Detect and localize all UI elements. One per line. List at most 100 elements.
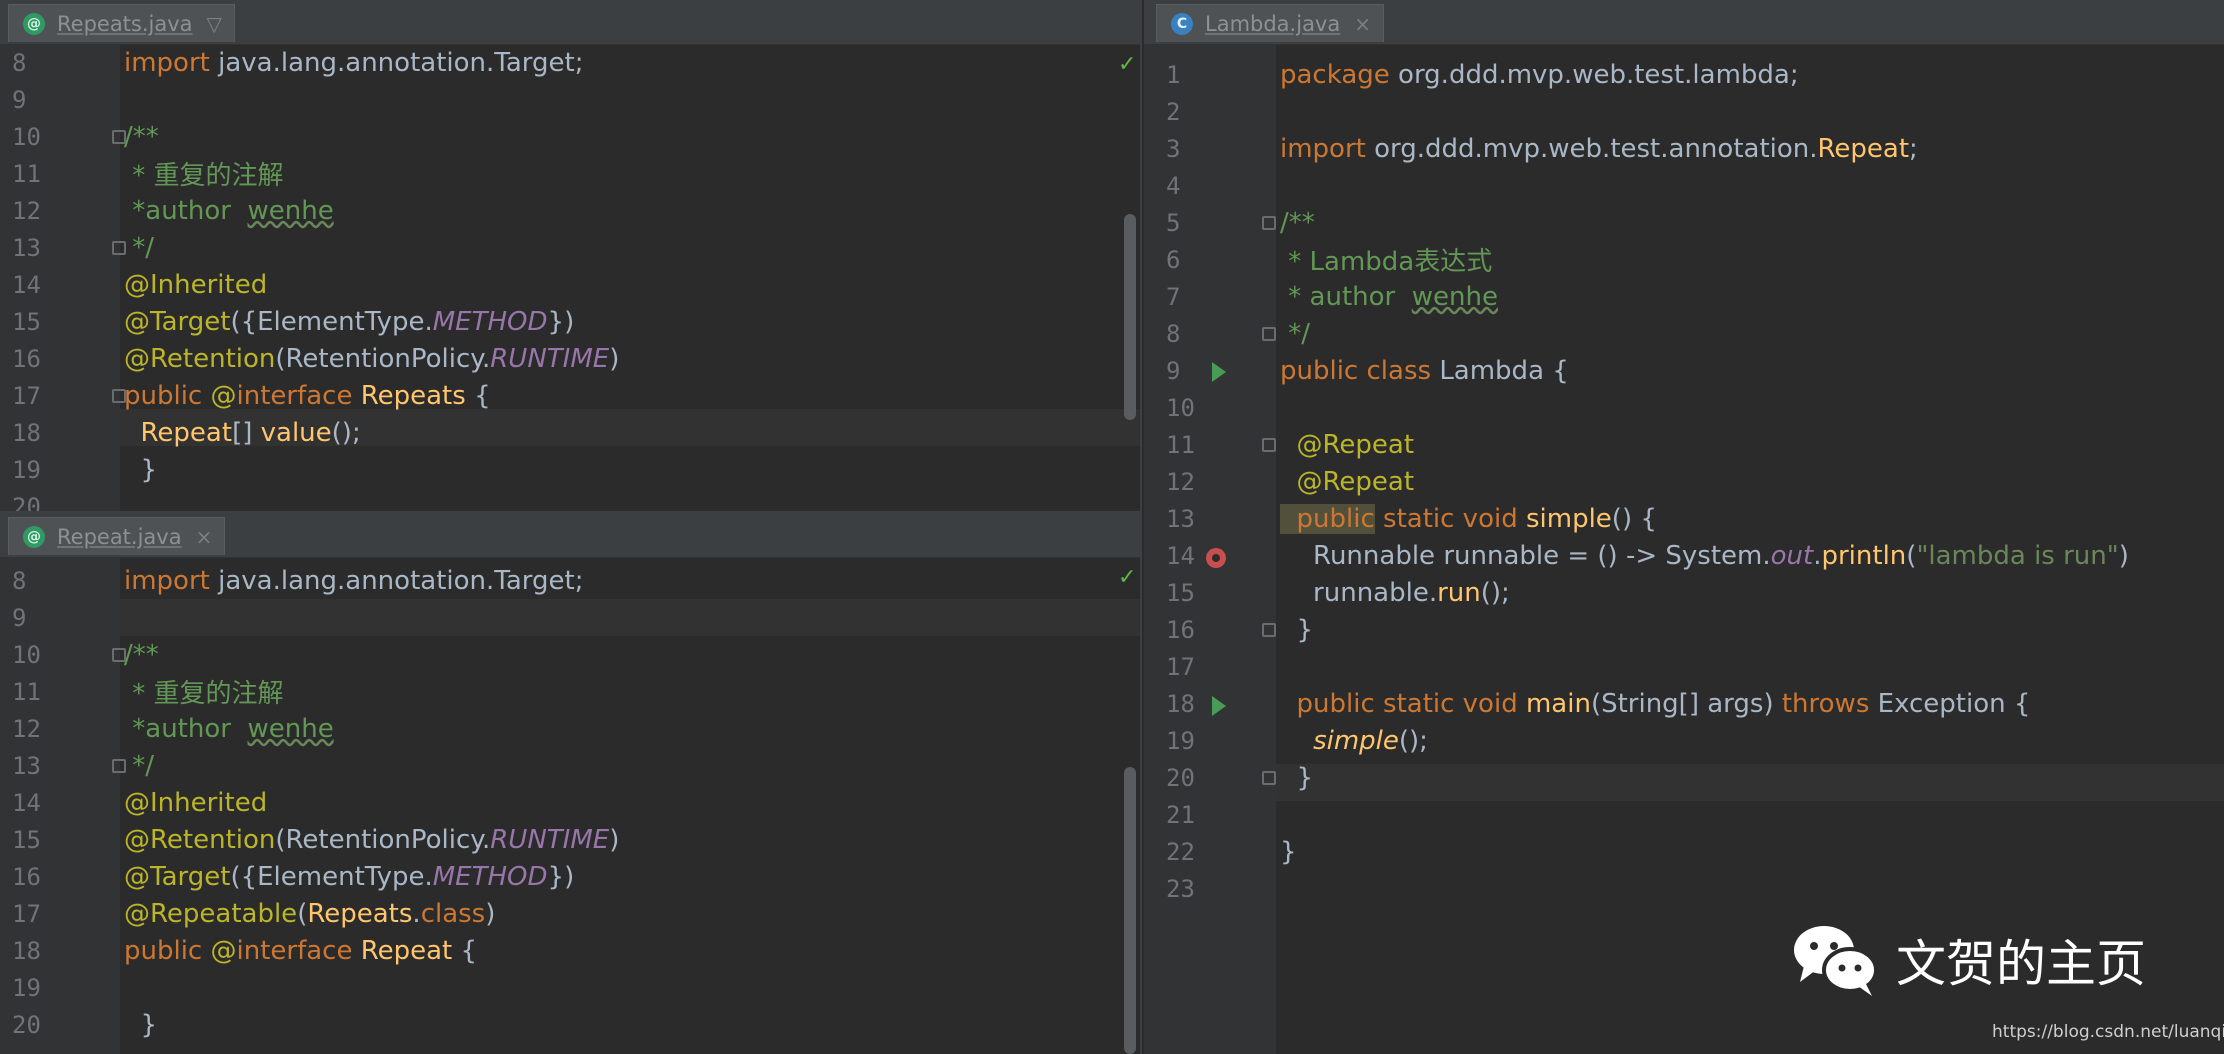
run-icon[interactable] — [1212, 362, 1226, 382]
code-line[interactable]: import java.lang.annotation.Target; — [124, 562, 583, 599]
fold-marker-icon[interactable] — [1262, 438, 1276, 452]
code-line[interactable]: import java.lang.annotation.Target; — [124, 44, 583, 81]
line-number[interactable]: 9 — [1166, 352, 1180, 389]
line-number[interactable]: 13 — [12, 229, 41, 266]
line-number[interactable]: 6 — [1166, 241, 1180, 278]
code-line[interactable]: public @ interface Repeat { — [124, 932, 477, 969]
code-line[interactable]: public static void main (String[] args) t… — [1280, 685, 2031, 722]
code-line[interactable]: @Repeat — [1280, 426, 1415, 463]
line-number[interactable]: 16 — [12, 340, 41, 377]
line-number[interactable]: 9 — [12, 81, 26, 118]
line-number[interactable]: 11 — [12, 155, 41, 192]
line-number[interactable]: 2 — [1166, 93, 1180, 130]
code-line[interactable]: */ — [124, 747, 154, 784]
line-number[interactable]: 20 — [12, 488, 41, 514]
code-line[interactable]: * author wenhe — [1280, 278, 1498, 315]
line-number[interactable]: 19 — [12, 451, 41, 488]
fold-marker-icon[interactable] — [112, 389, 126, 403]
fold-marker-icon[interactable] — [1262, 216, 1276, 230]
line-number[interactable]: 20 — [1166, 759, 1195, 796]
line-number[interactable]: 7 — [1166, 278, 1180, 315]
horizontal-divider[interactable] — [0, 511, 1140, 513]
code-line[interactable]: } — [1280, 759, 1314, 796]
line-number[interactable]: 15 — [1166, 574, 1195, 611]
line-number[interactable]: 8 — [1166, 315, 1180, 352]
fold-marker-icon[interactable] — [1262, 771, 1276, 785]
code-line[interactable]: @Inherited — [124, 784, 267, 821]
code-line[interactable]: public static void simple() { — [1280, 500, 1657, 537]
line-number[interactable]: 18 — [12, 932, 41, 969]
line-number[interactable]: 23 — [1166, 870, 1195, 907]
fold-marker-icon[interactable] — [1262, 327, 1276, 341]
code-line[interactable]: /** — [124, 636, 159, 673]
line-number[interactable]: 11 — [12, 673, 41, 710]
line-number[interactable]: 21 — [1166, 796, 1195, 833]
code-line[interactable]: runnable. run (); — [1280, 574, 1510, 611]
code-line[interactable]: * 重复的注解 — [124, 155, 283, 192]
line-number[interactable]: 22 — [1166, 833, 1195, 870]
pane-divider[interactable] — [1140, 0, 1142, 1054]
line-number[interactable]: 12 — [12, 710, 41, 747]
fold-marker-icon[interactable] — [112, 241, 126, 255]
code-line[interactable]: public @ interface Repeats { — [124, 377, 491, 414]
line-number[interactable]: 10 — [12, 118, 41, 155]
breakpoint-icon[interactable] — [1206, 548, 1226, 568]
line-number[interactable]: 14 — [1166, 537, 1195, 574]
line-number[interactable]: 18 — [1166, 685, 1195, 722]
line-number[interactable]: 17 — [1166, 648, 1195, 685]
line-number[interactable]: 8 — [12, 562, 26, 599]
line-number[interactable]: 16 — [1166, 611, 1195, 648]
code-line[interactable]: */ — [124, 229, 154, 266]
line-number[interactable]: 12 — [12, 192, 41, 229]
tab-repeat-java[interactable]: @ Repeat.java × — [8, 517, 226, 555]
line-number[interactable]: 8 — [12, 44, 26, 81]
code-line[interactable]: /** — [1280, 204, 1315, 241]
code-line[interactable]: @Retention (RetentionPolicy. RUNTIME) — [124, 340, 619, 377]
fold-marker-icon[interactable] — [112, 759, 126, 773]
tab-repeats-java[interactable]: @ Repeats.java ▽ — [8, 4, 235, 42]
fold-marker-icon[interactable] — [112, 648, 126, 662]
line-number[interactable]: 12 — [1166, 463, 1195, 500]
scrollbar-thumb[interactable] — [1124, 214, 1136, 420]
line-number[interactable]: 17 — [12, 377, 41, 414]
line-number[interactable]: 16 — [12, 858, 41, 895]
code-line[interactable]: } — [1280, 611, 1314, 648]
run-icon[interactable] — [1212, 696, 1226, 716]
code-line[interactable]: * Lambda表达式 — [1280, 241, 1492, 278]
line-number[interactable]: 19 — [1166, 722, 1195, 759]
code-line[interactable]: /** — [124, 118, 159, 155]
code-line[interactable]: Runnable runnable = () -> System. out. pri… — [1280, 537, 2129, 574]
code-line[interactable]: simple (); — [1280, 722, 1428, 759]
code-line[interactable]: @Target ({ElementType. METHOD}) — [124, 303, 574, 340]
tab-lambda-java[interactable]: C Lambda.java × — [1156, 4, 1384, 42]
code-line[interactable]: *author wenhe — [124, 710, 333, 747]
code-line[interactable]: @Inherited — [124, 266, 267, 303]
code-line[interactable]: Repeat[] value (); — [124, 414, 361, 451]
line-number[interactable]: 17 — [12, 895, 41, 932]
line-number[interactable]: 19 — [12, 969, 41, 1006]
code-line[interactable]: @Repeat — [1280, 463, 1415, 500]
line-number[interactable]: 15 — [12, 821, 41, 858]
line-number[interactable]: 14 — [12, 784, 41, 821]
line-number[interactable]: 15 — [12, 303, 41, 340]
code-line[interactable]: } — [1280, 833, 1297, 870]
code-line[interactable]: package org.ddd.mvp.web.test.lambda; — [1280, 56, 1799, 93]
code-line[interactable]: import org.ddd.mvp.web.test.annotation. R… — [1280, 130, 1918, 167]
fold-marker-icon[interactable] — [1262, 623, 1276, 637]
line-number[interactable]: 20 — [12, 1006, 41, 1043]
close-icon[interactable]: ▽ — [207, 12, 222, 36]
close-icon[interactable]: × — [1354, 12, 1371, 36]
code-line[interactable]: @Target ({ElementType. METHOD}) — [124, 858, 574, 895]
close-icon[interactable]: × — [196, 525, 213, 549]
code-line[interactable]: */ — [1280, 315, 1310, 352]
scrollbar-thumb[interactable] — [1124, 767, 1136, 1054]
code-line[interactable]: *author wenhe — [124, 192, 333, 229]
code-line[interactable]: @Repeatable(Repeats. class) — [124, 895, 495, 932]
line-number[interactable]: 18 — [12, 414, 41, 451]
line-number[interactable]: 14 — [12, 266, 41, 303]
line-number[interactable]: 11 — [1166, 426, 1195, 463]
code-line[interactable]: * 重复的注解 — [124, 673, 283, 710]
code-line[interactable]: } — [124, 451, 158, 488]
line-number[interactable]: 1 — [1166, 56, 1180, 93]
line-number[interactable]: 3 — [1166, 130, 1180, 167]
